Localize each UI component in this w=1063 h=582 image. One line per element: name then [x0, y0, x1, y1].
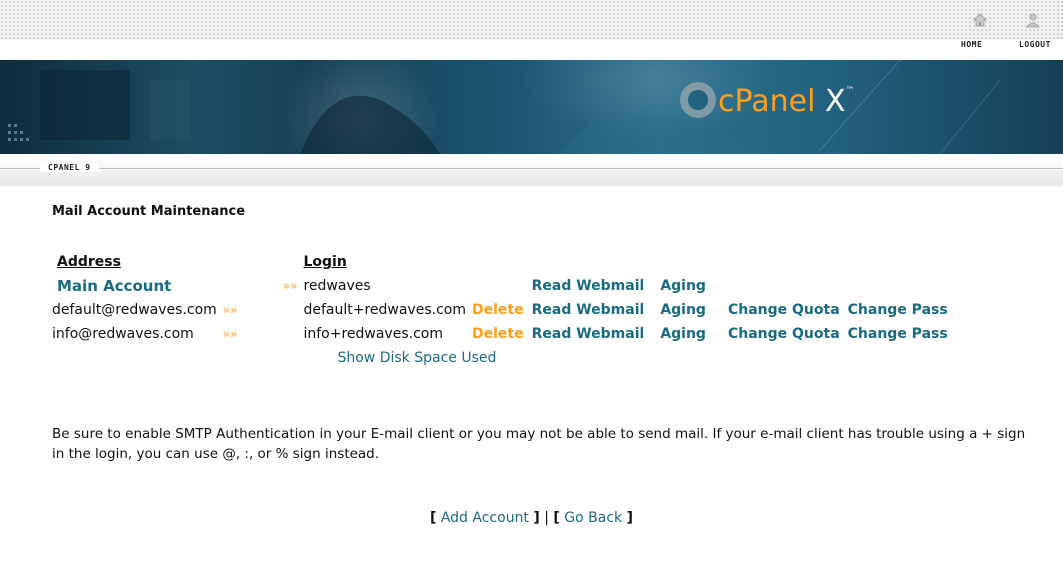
accounts-table: Address Login Main Account »» redwaves R…	[52, 250, 948, 370]
delete-button[interactable]: Delete	[472, 326, 524, 342]
aging-link[interactable]: Aging	[660, 302, 706, 318]
change-pass-link[interactable]: Change Pass	[848, 326, 948, 342]
separator-arrows: »»	[282, 279, 298, 293]
table-row: info@redwaves.com »» info+redwaves.com D…	[52, 322, 948, 346]
smtp-note: Be sure to enable SMTP Authentication in…	[52, 426, 1026, 462]
change-quota-link[interactable]: Change Quota	[728, 302, 840, 318]
read-webmail-link[interactable]: Read Webmail	[532, 326, 645, 342]
content: Mail Account Maintenance	[52, 204, 1042, 219]
login-value: default+redwaves.com	[303, 302, 466, 318]
table-row: Show Disk Space Used	[52, 346, 948, 370]
top-strip	[0, 0, 1063, 39]
page-title: Mail Account Maintenance	[52, 204, 246, 219]
logout-icon[interactable]	[1025, 12, 1041, 28]
separator-arrows: »»	[222, 327, 238, 341]
login-value: redwaves	[303, 278, 371, 294]
table-row: Main Account »» redwaves Read Webmail Ag…	[52, 274, 948, 298]
read-webmail-link[interactable]: Read Webmail	[532, 278, 645, 294]
logout-link[interactable]: LOGOUT	[1019, 40, 1051, 49]
change-quota-link[interactable]: Change Quota	[728, 326, 840, 342]
add-account-link[interactable]: Add Account	[441, 510, 529, 526]
aging-link[interactable]: Aging	[660, 326, 706, 342]
go-back-link[interactable]: Go Back	[564, 510, 622, 526]
read-webmail-link[interactable]: Read Webmail	[532, 302, 645, 318]
section-label: CPANEL 9	[40, 163, 99, 172]
delete-button[interactable]: Delete	[472, 302, 524, 318]
home-link[interactable]: HOME	[961, 40, 982, 49]
aging-link[interactable]: Aging	[660, 278, 706, 294]
cpanel-logo: cPanel X™	[718, 84, 855, 119]
address-value: info@redwaves.com	[52, 326, 194, 342]
login-value: info+redwaves.com	[303, 326, 443, 342]
table-header: Address Login	[52, 250, 948, 274]
address-value: default@redwaves.com	[52, 302, 217, 318]
change-pass-link[interactable]: Change Pass	[848, 302, 948, 318]
home-icon[interactable]	[972, 12, 988, 28]
header-banner	[0, 60, 1063, 154]
column-address: Address	[57, 254, 121, 270]
section-bar	[0, 156, 1063, 186]
table-row: default@redwaves.com »» default+redwaves…	[52, 298, 948, 322]
bottom-links: [ Add Account ] | [ Go Back ]	[429, 510, 633, 526]
show-disk-space-link[interactable]: Show Disk Space Used	[337, 350, 496, 366]
banner-decoration	[8, 60, 1001, 154]
separator-arrows: »»	[222, 303, 238, 317]
main-account-link[interactable]: Main Account	[57, 277, 171, 295]
column-login: Login	[303, 254, 347, 270]
